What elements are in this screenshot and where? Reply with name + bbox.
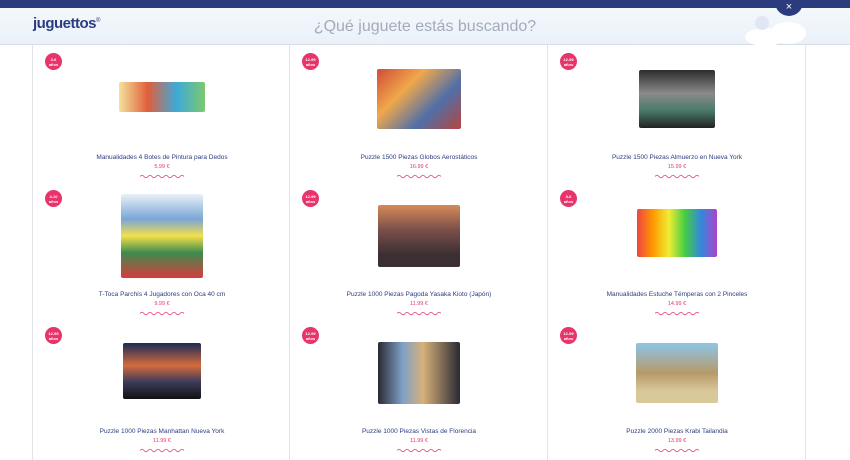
top-bar: [0, 0, 850, 8]
product-price: 11.99 €: [410, 438, 428, 444]
logo-mark: ®: [96, 18, 100, 24]
age-unit: años: [563, 62, 574, 67]
age-badge: 12-99 años: [560, 53, 577, 70]
age-badge: 12-99 años: [302, 190, 319, 207]
product-card[interactable]: 3-6 años Manualidades 4 Botes de Pintura p…: [33, 45, 291, 182]
product-price: 9.99 €: [154, 301, 170, 307]
product-title[interactable]: Puzzle 1000 Piezas Vistas de Florencia: [290, 428, 548, 435]
product-card[interactable]: 3-6 años Manualidades Estuche Témperas con…: [548, 182, 806, 319]
product-title[interactable]: Puzzle 2000 Piezas Krabi Tailandia: [548, 428, 806, 435]
age-unit: años: [563, 199, 574, 204]
wave-divider: [397, 174, 441, 179]
age-badge: 3-6 años: [45, 53, 62, 70]
age-unit: años: [305, 199, 316, 204]
product-price: 13.99 €: [667, 438, 687, 444]
product-title[interactable]: Puzzle 1000 Piezas Pagoda Yasaka Kioto (…: [290, 291, 548, 298]
age-unit: años: [563, 336, 574, 341]
wave-divider: [140, 311, 184, 316]
product-card[interactable]: 12-99 años Puzzle 1000 Piezas Manhattan Nu…: [33, 319, 291, 456]
header: juguettos®: [0, 8, 850, 46]
product-card[interactable]: 12-99 años Puzzle 2000 Piezas Krabi Tailan…: [548, 319, 806, 456]
logo-text: juguettos: [33, 15, 97, 32]
product-image[interactable]: [636, 343, 718, 403]
product-image[interactable]: [637, 209, 717, 257]
age-unit: años: [48, 62, 59, 67]
wave-divider: [655, 174, 699, 179]
product-title[interactable]: Puzzle 1000 Piezas Manhattan Nueva York: [33, 428, 291, 435]
product-title[interactable]: Manualidades 4 Botes de Pintura para Ded…: [33, 154, 291, 161]
product-image[interactable]: [377, 69, 461, 129]
product-price: 11.99 €: [410, 301, 428, 307]
product-image[interactable]: [378, 342, 460, 404]
product-card[interactable]: 12-99 años Puzzle 1500 Piezas Almuerzo en …: [548, 45, 806, 182]
product-card[interactable]: 4-10 años T-Toca Parchís 4 Jugadores con O…: [33, 182, 291, 319]
product-price: 15.99 €: [667, 164, 687, 170]
product-price: 14.99 €: [667, 301, 687, 307]
product-image[interactable]: [121, 194, 203, 278]
age-badge: 12-99 años: [560, 327, 577, 344]
product-card[interactable]: 12-99 años Puzzle 1500 Piezas Globos Aeros…: [290, 45, 548, 182]
product-image[interactable]: [123, 343, 201, 399]
product-price: 5.99 €: [154, 164, 170, 170]
close-icon: ×: [785, 1, 793, 13]
product-title[interactable]: Puzzle 1500 Piezas Almuerzo en Nueva Yor…: [548, 154, 806, 161]
product-card[interactable]: 12-99 años Puzzle 1000 Piezas Vistas de Fl…: [290, 319, 548, 456]
product-price: 11.99 €: [153, 438, 171, 444]
product-price: 16.99 €: [409, 164, 429, 170]
product-card[interactable]: 12-99 años Puzzle 1000 Piezas Pagoda Yasak…: [290, 182, 548, 319]
cloud-decoration: [770, 22, 806, 44]
age-badge: 12-99 años: [45, 327, 62, 344]
cloud-decoration: [755, 16, 769, 30]
wave-divider: [397, 448, 441, 453]
product-image[interactable]: [378, 205, 460, 267]
product-image[interactable]: [119, 82, 205, 112]
age-unit: años: [48, 199, 59, 204]
wave-divider: [140, 174, 184, 179]
age-unit: años: [305, 336, 316, 341]
wave-divider: [397, 311, 441, 316]
age-badge: 12-99 años: [302, 327, 319, 344]
age-unit: años: [305, 62, 316, 67]
wave-divider: [655, 448, 699, 453]
search-input[interactable]: [270, 14, 580, 40]
age-unit: años: [48, 336, 59, 341]
product-image[interactable]: [639, 70, 715, 128]
product-title[interactable]: T-Toca Parchís 4 Jugadores con Oca 40 cm: [33, 291, 291, 298]
product-title[interactable]: Puzzle 1500 Piezas Globos Aerostáticos: [290, 154, 548, 161]
logo[interactable]: juguettos®: [33, 15, 100, 32]
wave-divider: [655, 311, 699, 316]
product-title[interactable]: Manualidades Estuche Témperas con 2 Pinc…: [548, 291, 806, 298]
age-badge: 12-99 años: [302, 53, 319, 70]
age-badge: 3-6 años: [560, 190, 577, 207]
wave-divider: [140, 448, 184, 453]
age-badge: 4-10 años: [45, 190, 62, 207]
